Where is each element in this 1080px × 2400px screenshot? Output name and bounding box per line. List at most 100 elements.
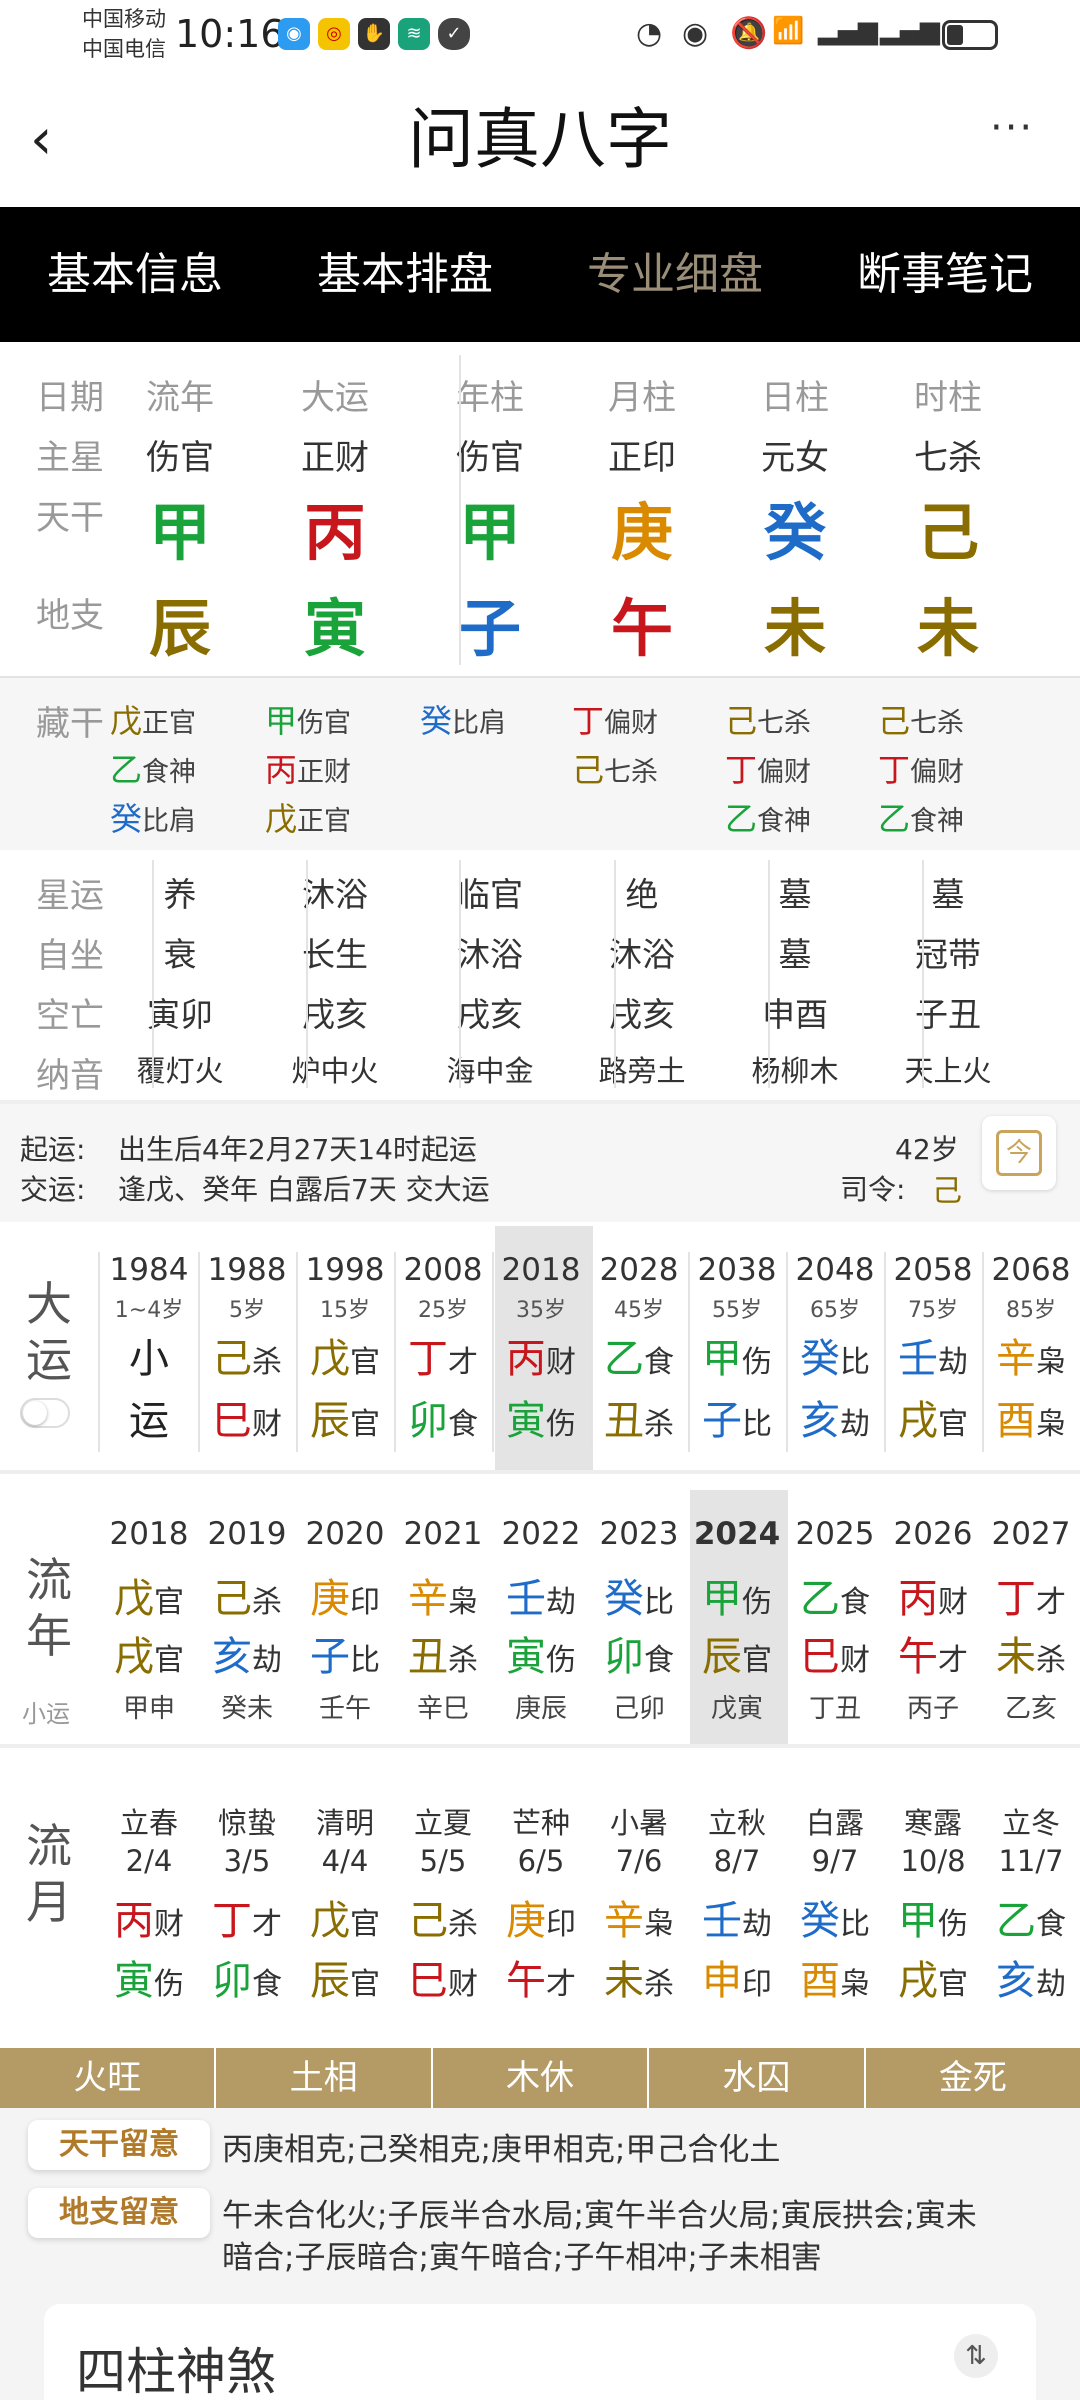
liuyue-gan[interactable]: 甲伤 bbox=[884, 1888, 982, 1946]
xiaoyun-toggle[interactable] bbox=[20, 1398, 70, 1428]
liunian-gan[interactable]: 丙财 bbox=[884, 1566, 982, 1624]
dayun-char: 巳 bbox=[212, 1398, 252, 1444]
dayun-zhi[interactable]: 寅伤 bbox=[492, 1388, 590, 1446]
tab-basic-info[interactable]: 基本信息 bbox=[0, 207, 270, 342]
tab-pro-detail[interactable]: 专业细盘 bbox=[540, 207, 810, 342]
dayun-gan[interactable]: 丁才 bbox=[394, 1326, 492, 1384]
more-icon[interactable]: ··· bbox=[990, 105, 1034, 151]
liunian-gan[interactable]: 丁才 bbox=[982, 1566, 1080, 1624]
liuyue-zhi[interactable]: 未杀 bbox=[590, 1948, 688, 2006]
liunian-zhi[interactable]: 戌官 bbox=[100, 1624, 198, 1682]
tab-notes[interactable]: 断事笔记 bbox=[810, 207, 1080, 342]
qiyun-text: 出生后4年2月27天14时起运 bbox=[118, 1133, 477, 1166]
dayun-char: 丙 bbox=[506, 1336, 546, 1382]
dayun-zhi[interactable]: 丑杀 bbox=[590, 1388, 688, 1446]
status-time: 10:16 bbox=[175, 12, 285, 56]
liunian-zhi[interactable]: 寅伤 bbox=[492, 1624, 590, 1682]
liuyue-gan[interactable]: 壬劫 bbox=[688, 1888, 786, 1946]
sort-icon[interactable]: ⇅ bbox=[954, 2334, 998, 2378]
liunian-gan[interactable]: 戊官 bbox=[100, 1566, 198, 1624]
liuyue-shishen: 印 bbox=[742, 1967, 772, 2002]
dayun-gan[interactable]: 辛枭 bbox=[982, 1326, 1080, 1384]
xiaoyun-ganzhi: 戊寅 bbox=[710, 1694, 763, 1724]
pillar-xingyun: 沐浴 bbox=[302, 875, 368, 914]
dayun-zhi[interactable]: 子比 bbox=[688, 1388, 786, 1446]
liunian-gan[interactable]: 乙食 bbox=[786, 1566, 884, 1624]
liuyue-char: 午 bbox=[506, 1958, 546, 2004]
liunian-gan[interactable]: 癸比 bbox=[590, 1566, 688, 1624]
dayun-zhi[interactable]: 辰官 bbox=[296, 1388, 394, 1446]
liunian-shishen: 伤 bbox=[546, 1643, 576, 1678]
dayun-gan[interactable]: 癸比 bbox=[786, 1326, 884, 1384]
liuyue-shishen: 财 bbox=[154, 1907, 184, 1942]
dayun-gan[interactable]: 己杀 bbox=[198, 1326, 296, 1384]
dayun-shishen: 杀 bbox=[644, 1407, 674, 1442]
liuyue-shishen: 枭 bbox=[644, 1907, 674, 1942]
dayun-char: 运 bbox=[129, 1398, 169, 1444]
liuyue-zhi[interactable]: 巳财 bbox=[394, 1948, 492, 2006]
dayun-zhi[interactable]: 亥劫 bbox=[786, 1388, 884, 1446]
liuyue-gan[interactable]: 辛枭 bbox=[590, 1888, 688, 1946]
liuyue-zhi[interactable]: 亥劫 bbox=[982, 1948, 1080, 2006]
liunian-zhi[interactable]: 辰官 bbox=[688, 1624, 786, 1682]
liunian-gan[interactable]: 辛枭 bbox=[394, 1566, 492, 1624]
liunian-zhi[interactable]: 巳财 bbox=[786, 1624, 884, 1682]
liunian-gan[interactable]: 庚印 bbox=[296, 1566, 394, 1624]
mute-icon: 🔕 bbox=[730, 16, 768, 51]
xingyun-table: 星运养沐浴 临官绝墓墓自坐衰长生 沐浴 沐浴墓冠带 空亡 寅卯 戌亥 戌亥 戌亥 申酉 子丑 纳音 覆灯… bbox=[0, 850, 1080, 1100]
liuyue-zhi[interactable]: 辰官 bbox=[296, 1948, 394, 2006]
dayun-year: 1988 bbox=[207, 1252, 287, 1288]
canggan-shishen: 七杀 bbox=[757, 708, 812, 739]
dayun-zhi[interactable]: 巳财 bbox=[198, 1388, 296, 1446]
dayun-shishen: 才 bbox=[448, 1345, 478, 1380]
pillar-nayin: 杨柳木 bbox=[751, 1054, 839, 1088]
dayun-gan[interactable]: 丙财 bbox=[492, 1326, 590, 1384]
liunian-shishen: 劫 bbox=[546, 1585, 576, 1620]
dayun-zhi[interactable]: 卯食 bbox=[394, 1388, 492, 1446]
liunian-zhi[interactable]: 亥劫 bbox=[198, 1624, 296, 1682]
liunian-gan[interactable]: 己杀 bbox=[198, 1566, 296, 1624]
liunian-zhi[interactable]: 卯食 bbox=[590, 1624, 688, 1682]
dayun-gan[interactable]: 壬劫 bbox=[884, 1326, 982, 1384]
dayun-gan[interactable]: 戊官 bbox=[296, 1326, 394, 1384]
dayun-gan[interactable]: 甲伤 bbox=[688, 1326, 786, 1384]
liuyue-zhi[interactable]: 酉枭 bbox=[786, 1948, 884, 2006]
pillar-star: 伤官 bbox=[456, 438, 524, 478]
liunian-char: 丑 bbox=[408, 1634, 448, 1680]
liunian-gan[interactable]: 甲伤 bbox=[688, 1566, 786, 1624]
dayun-gan[interactable]: 乙食 bbox=[590, 1326, 688, 1384]
today-button[interactable]: 今 bbox=[982, 1116, 1056, 1190]
dayun-zhi[interactable]: 戌官 bbox=[884, 1388, 982, 1446]
liuyue-gan[interactable]: 丙财 bbox=[100, 1888, 198, 1946]
dayun-age: 45岁 bbox=[614, 1298, 664, 1323]
liuyue-gan[interactable]: 庚印 bbox=[492, 1888, 590, 1946]
liuyue-date: 4/4 bbox=[321, 1844, 369, 1878]
dayun-char: 辛 bbox=[996, 1336, 1036, 1382]
xiaoyun-ganzhi: 丁丑 bbox=[808, 1694, 861, 1724]
liuyue-gan[interactable]: 戊官 bbox=[296, 1888, 394, 1946]
dayun-zhi[interactable]: 运 bbox=[100, 1388, 198, 1446]
liuyue-gan[interactable]: 丁才 bbox=[198, 1888, 296, 1946]
canggan-gan: 戊 bbox=[110, 702, 143, 740]
pillar-kongwang: 戌亥 bbox=[457, 995, 523, 1034]
liunian-shishen: 食 bbox=[644, 1643, 674, 1678]
liuyue-gan[interactable]: 癸比 bbox=[786, 1888, 884, 1946]
dizhi-note-label: 地支留意 bbox=[28, 2188, 210, 2238]
liunian-zhi[interactable]: 午才 bbox=[884, 1624, 982, 1682]
dayun-zhi[interactable]: 酉枭 bbox=[982, 1388, 1080, 1446]
tab-basic-chart[interactable]: 基本排盘 bbox=[270, 207, 540, 342]
liunian-zhi[interactable]: 子比 bbox=[296, 1624, 394, 1682]
qiyun-label: 起运: bbox=[20, 1133, 86, 1166]
liunian-gan[interactable]: 壬劫 bbox=[492, 1566, 590, 1624]
dayun-gan[interactable]: 小 bbox=[100, 1326, 198, 1384]
pillar-zhi: 子 bbox=[458, 592, 521, 665]
liuyue-gan[interactable]: 己杀 bbox=[394, 1888, 492, 1946]
liunian-zhi[interactable]: 未杀 bbox=[982, 1624, 1080, 1682]
liuyue-zhi[interactable]: 戌官 bbox=[884, 1948, 982, 2006]
liuyue-zhi[interactable]: 寅伤 bbox=[100, 1948, 198, 2006]
liuyue-zhi[interactable]: 午才 bbox=[492, 1948, 590, 2006]
liunian-zhi[interactable]: 丑杀 bbox=[394, 1624, 492, 1682]
liuyue-zhi[interactable]: 卯食 bbox=[198, 1948, 296, 2006]
liuyue-zhi[interactable]: 申印 bbox=[688, 1948, 786, 2006]
liuyue-gan[interactable]: 乙食 bbox=[982, 1888, 1080, 1946]
